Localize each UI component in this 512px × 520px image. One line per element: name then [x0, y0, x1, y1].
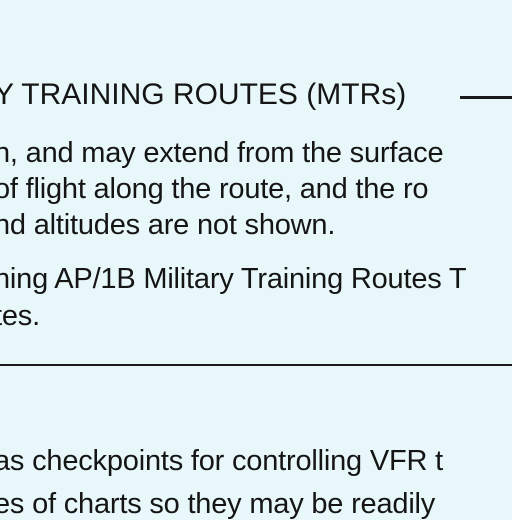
section-heading: Y TRAINING ROUTES (MTRs)	[0, 78, 407, 111]
section-divider	[0, 364, 512, 366]
body-line-1: n, and may extend from the surface	[0, 137, 444, 169]
body-line-5: tes.	[0, 300, 40, 332]
body-line-3: nd altitudes are not shown.	[0, 209, 336, 241]
body-line-7: es of charts so they may be readily	[0, 488, 436, 520]
body-line-2: of flight along the route, and the ro	[0, 173, 429, 205]
document-page: Y TRAINING ROUTES (MTRs) n, and may exte…	[0, 0, 512, 519]
body-line-6: as checkpoints for controlling VFR t	[0, 445, 443, 477]
body-line-4: ning AP/1B Military Training Routes T	[0, 263, 467, 295]
heading-rule	[460, 96, 512, 99]
